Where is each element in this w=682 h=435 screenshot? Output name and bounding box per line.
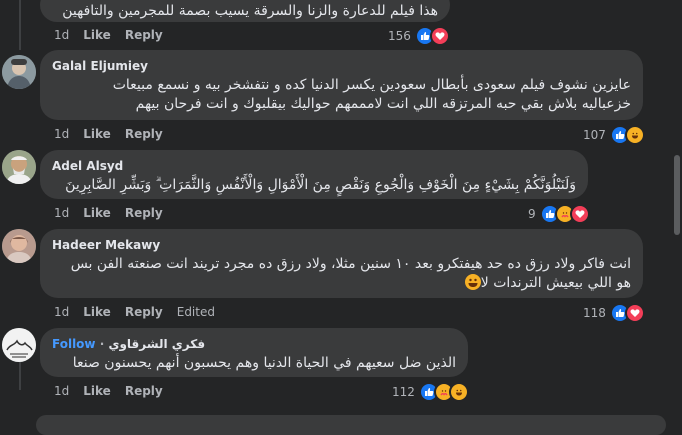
reaction-summary[interactable]: 112	[392, 382, 469, 402]
comment-bubble: هذا فيلم للدعارة والزنا والسرقة يسيب بصم…	[40, 0, 450, 22]
comment-author[interactable]: فكري الشرقاوي	[108, 337, 205, 351]
like-button[interactable]: Like	[83, 205, 111, 221]
reply-thread-line	[19, 0, 21, 50]
scrollbar-thumb[interactable]	[674, 155, 680, 235]
love-reaction-icon	[429, 26, 450, 46]
reply-button[interactable]: Reply	[125, 383, 163, 399]
grin-emoji-icon	[464, 274, 481, 290]
reaction-count: 107	[583, 128, 606, 142]
reaction-summary[interactable]: 9	[528, 204, 590, 224]
reaction-count: 156	[388, 29, 411, 43]
comment-actions: 1d Like Reply	[54, 27, 163, 43]
comment-author[interactable]: Hadeer Mekawy	[52, 237, 631, 253]
user-avatar[interactable]	[2, 328, 36, 362]
comment-actions: 1d Like Reply	[54, 383, 163, 399]
reply-button[interactable]: Reply	[125, 304, 163, 320]
haha-reaction-icon	[448, 382, 469, 402]
reply-button[interactable]: Reply	[125, 27, 163, 43]
reaction-summary[interactable]: 156	[388, 26, 450, 46]
comment-bubble: Adel Alsyd وَلَنَبْلُوَنَّكُمْ بِشَيْءٍ …	[40, 150, 588, 199]
reaction-summary[interactable]: 107	[583, 125, 645, 145]
comment-bubble: فكري الشرقاوي · Follow الذين ضل سعيهم في…	[40, 328, 468, 377]
reply-button[interactable]: Reply	[125, 126, 163, 142]
like-button[interactable]: Like	[83, 383, 111, 399]
like-button[interactable]: Like	[83, 27, 111, 43]
comment-timestamp[interactable]: 1d	[54, 304, 69, 320]
comment-text: الذين ضل سعيهم في الحياة الدنيا وهم يحسب…	[72, 355, 456, 371]
reaction-count: 118	[583, 306, 606, 320]
comment-timestamp[interactable]: 1d	[54, 205, 69, 221]
haha-reaction-icon	[624, 125, 645, 145]
next-comment-bubble	[36, 415, 666, 435]
comment-actions: 1d Like Reply	[54, 205, 163, 221]
user-avatar[interactable]	[2, 55, 36, 89]
comment-text-body: انت فاكر ولاد رزق ده حد هيفتكرو بعد ١٠ س…	[70, 256, 631, 291]
comment-author[interactable]: Galal Eljumiey	[52, 58, 631, 74]
comment-timestamp[interactable]: 1d	[54, 126, 69, 142]
follow-button[interactable]: Follow	[52, 337, 96, 351]
comment-bubble: Hadeer Mekawy انت فاكر ولاد رزق ده حد هي…	[40, 229, 643, 298]
comment-author[interactable]: Adel Alsyd	[52, 158, 576, 174]
comment-actions: 1d Like Reply Edited	[54, 304, 215, 320]
reaction-summary[interactable]: 118	[583, 303, 645, 323]
like-button[interactable]: Like	[83, 304, 111, 320]
comment-timestamp[interactable]: 1d	[54, 27, 69, 43]
comment-actions: 1d Like Reply	[54, 126, 163, 142]
reply-button[interactable]: Reply	[125, 205, 163, 221]
comment-timestamp[interactable]: 1d	[54, 383, 69, 399]
reply-thread-line	[19, 362, 21, 390]
reaction-count: 9	[528, 207, 536, 221]
comment-bubble: Galal Eljumiey عايزين نشوف فيلم سعودى بأ…	[40, 50, 643, 120]
user-avatar[interactable]	[2, 229, 36, 263]
comment-text: وَلَنَبْلُوَنَّكُمْ بِشَيْءٍ مِنَ الْخَو…	[65, 177, 576, 193]
separator-dot: ·	[95, 337, 105, 351]
like-button[interactable]: Like	[83, 126, 111, 142]
comment-author-row: فكري الشرقاوي · Follow	[52, 336, 456, 352]
comment-text: عايزين نشوف فيلم سعودى بأبطال سعودين يكس…	[112, 77, 631, 112]
edited-label: Edited	[176, 305, 215, 319]
comment-text: هذا فيلم للدعارة والزنا والسرقة يسيب بصم…	[62, 3, 438, 19]
user-avatar[interactable]	[2, 150, 36, 184]
reaction-count: 112	[392, 385, 415, 399]
love-reaction-icon	[569, 204, 590, 224]
love-reaction-icon	[624, 303, 645, 323]
comment-text: انت فاكر ولاد رزق ده حد هيفتكرو بعد ١٠ س…	[52, 255, 631, 293]
